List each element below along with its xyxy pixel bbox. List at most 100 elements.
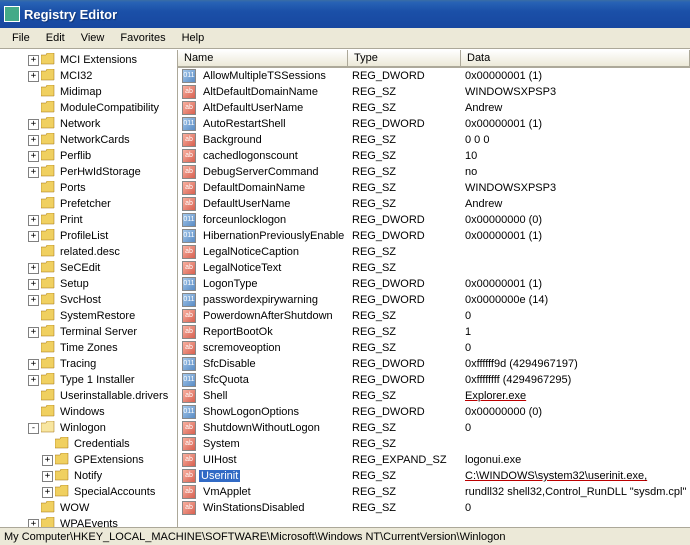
- list-body[interactable]: 011AllowMultipleTSSessionsREG_DWORD0x000…: [178, 68, 690, 527]
- expand-icon[interactable]: +: [28, 359, 39, 370]
- list-row[interactable]: 011SfcQuotaREG_DWORD0xffffffff (42949672…: [178, 372, 690, 388]
- tree-item[interactable]: +Print: [0, 212, 177, 228]
- col-header-name[interactable]: Name: [178, 50, 348, 67]
- list-row[interactable]: abUserinitREG_SZC:\WINDOWS\system32\user…: [178, 468, 690, 484]
- value-type: REG_SZ: [348, 470, 461, 482]
- list-row[interactable]: abDefaultDomainNameREG_SZWINDOWSXPSP3: [178, 180, 690, 196]
- expand-icon[interactable]: +: [28, 55, 39, 66]
- expand-icon[interactable]: +: [28, 167, 39, 178]
- titlebar[interactable]: Registry Editor: [0, 0, 690, 28]
- tree-item[interactable]: Time Zones: [0, 340, 177, 356]
- tree-item[interactable]: Midimap: [0, 84, 177, 100]
- expand-icon[interactable]: +: [28, 295, 39, 306]
- list-row[interactable]: 011passwordexpirywarningREG_DWORD0x00000…: [178, 292, 690, 308]
- expand-icon[interactable]: +: [28, 231, 39, 242]
- tree-item[interactable]: + Tracing: [0, 356, 177, 372]
- tree-item[interactable]: Userinstallable.drivers: [0, 388, 177, 404]
- tree-item[interactable]: +Perflib: [0, 148, 177, 164]
- expand-icon[interactable]: +: [28, 263, 39, 274]
- tree-item[interactable]: +PerHwIdStorage: [0, 164, 177, 180]
- tree-item[interactable]: +Type 1 Installer: [0, 372, 177, 388]
- expand-icon[interactable]: +: [42, 487, 53, 498]
- tree-item[interactable]: Credentials: [0, 436, 177, 452]
- tree-item[interactable]: -Winlogon: [0, 420, 177, 436]
- tree-item[interactable]: +Terminal Server: [0, 324, 177, 340]
- list-row[interactable]: abDebugServerCommandREG_SZno: [178, 164, 690, 180]
- status-path: My Computer\HKEY_LOCAL_MACHINE\SOFTWARE\…: [4, 531, 505, 543]
- list-row[interactable]: abShutdownWithoutLogonREG_SZ0: [178, 420, 690, 436]
- expand-icon[interactable]: +: [28, 119, 39, 130]
- tree-item-label: Notify: [72, 470, 104, 482]
- expand-icon[interactable]: +: [28, 151, 39, 162]
- tree-item-label: Setup: [58, 278, 91, 290]
- list-row[interactable]: abShellREG_SZExplorer.exe: [178, 388, 690, 404]
- tree-item[interactable]: SystemRestore: [0, 308, 177, 324]
- menu-view[interactable]: View: [73, 30, 113, 46]
- tree-item[interactable]: + SpecialAccounts: [0, 484, 177, 500]
- collapse-icon[interactable]: -: [28, 423, 39, 434]
- list-row[interactable]: 011HibernationPreviouslyEnabledREG_DWORD…: [178, 228, 690, 244]
- tree-item[interactable]: +NetworkCards: [0, 132, 177, 148]
- col-header-data[interactable]: Data: [461, 50, 690, 67]
- expand-icon[interactable]: +: [28, 327, 39, 338]
- tree-item-label: SpecialAccounts: [72, 486, 157, 498]
- tree-item-label: Tracing: [58, 358, 98, 370]
- list-row[interactable]: abWinStationsDisabledREG_SZ0: [178, 500, 690, 516]
- list-row[interactable]: abAltDefaultDomainNameREG_SZWINDOWSXPSP3: [178, 84, 690, 100]
- list-header[interactable]: Name Type Data: [178, 50, 690, 68]
- list-row[interactable]: 011SfcDisableREG_DWORD0xffffff9d (429496…: [178, 356, 690, 372]
- list-row[interactable]: abPowerdownAfterShutdownREG_SZ0: [178, 308, 690, 324]
- value-data: 0xffffffff (4294967295): [461, 374, 690, 386]
- value-name: passwordexpirywarning: [199, 294, 322, 306]
- list-row[interactable]: abLegalNoticeTextREG_SZ: [178, 260, 690, 276]
- tree-item[interactable]: +WPAEvents: [0, 516, 177, 527]
- value-type: REG_SZ: [348, 390, 461, 402]
- list-row[interactable]: abVmAppletREG_SZrundll32 shell32,Control…: [178, 484, 690, 500]
- tree-item[interactable]: Ports: [0, 180, 177, 196]
- tree-item[interactable]: +MCI32: [0, 68, 177, 84]
- tree-view[interactable]: +MCI Extensions+MCI32MidimapModuleCompat…: [0, 50, 178, 527]
- tree-item[interactable]: +MCI Extensions: [0, 52, 177, 68]
- menu-help[interactable]: Help: [174, 30, 213, 46]
- tree-item[interactable]: +SeCEdit: [0, 260, 177, 276]
- tree-item[interactable]: + Notify: [0, 468, 177, 484]
- tree-item[interactable]: Prefetcher: [0, 196, 177, 212]
- list-row[interactable]: 011AllowMultipleTSSessionsREG_DWORD0x000…: [178, 68, 690, 84]
- list-row[interactable]: abscremoveoptionREG_SZ0: [178, 340, 690, 356]
- list-row[interactable]: 011LogonTypeREG_DWORD0x00000001 (1): [178, 276, 690, 292]
- menu-edit[interactable]: Edit: [38, 30, 73, 46]
- expand-icon[interactable]: +: [28, 519, 39, 528]
- menu-file[interactable]: File: [4, 30, 38, 46]
- expand-icon[interactable]: +: [28, 135, 39, 146]
- tree-item[interactable]: +SvcHost: [0, 292, 177, 308]
- list-row[interactable]: 011forceunlocklogonREG_DWORD0x00000000 (…: [178, 212, 690, 228]
- list-row[interactable]: 011ShowLogonOptionsREG_DWORD0x00000000 (…: [178, 404, 690, 420]
- expand-icon[interactable]: +: [28, 215, 39, 226]
- list-row[interactable]: abBackgroundREG_SZ0 0 0: [178, 132, 690, 148]
- tree-item[interactable]: +Network: [0, 116, 177, 132]
- tree-item[interactable]: +GPExtensions: [0, 452, 177, 468]
- expand-icon[interactable]: +: [28, 71, 39, 82]
- tree-item[interactable]: ModuleCompatibility: [0, 100, 177, 116]
- tree-item[interactable]: related.desc: [0, 244, 177, 260]
- list-row[interactable]: abLegalNoticeCaptionREG_SZ: [178, 244, 690, 260]
- list-row[interactable]: abUIHostREG_EXPAND_SZlogonui.exe: [178, 452, 690, 468]
- tree-item[interactable]: + Setup: [0, 276, 177, 292]
- string-value-icon: ab: [182, 309, 196, 323]
- tree-item[interactable]: Windows: [0, 404, 177, 420]
- list-row[interactable]: abcachedlogonscountREG_SZ10: [178, 148, 690, 164]
- menu-favorites[interactable]: Favorites: [112, 30, 173, 46]
- expand-icon[interactable]: +: [28, 375, 39, 386]
- expand-icon[interactable]: +: [42, 455, 53, 466]
- expand-icon[interactable]: +: [28, 279, 39, 290]
- list-view[interactable]: Name Type Data 011AllowMultipleTSSession…: [178, 50, 690, 527]
- list-row[interactable]: abSystemREG_SZ: [178, 436, 690, 452]
- list-row[interactable]: abAltDefaultUserNameREG_SZAndrew: [178, 100, 690, 116]
- tree-item[interactable]: WOW: [0, 500, 177, 516]
- list-row[interactable]: abDefaultUserNameREG_SZAndrew: [178, 196, 690, 212]
- list-row[interactable]: 011AutoRestartShellREG_DWORD0x00000001 (…: [178, 116, 690, 132]
- tree-item[interactable]: +ProfileList: [0, 228, 177, 244]
- col-header-type[interactable]: Type: [348, 50, 461, 67]
- expand-icon[interactable]: +: [42, 471, 53, 482]
- list-row[interactable]: abReportBootOkREG_SZ1: [178, 324, 690, 340]
